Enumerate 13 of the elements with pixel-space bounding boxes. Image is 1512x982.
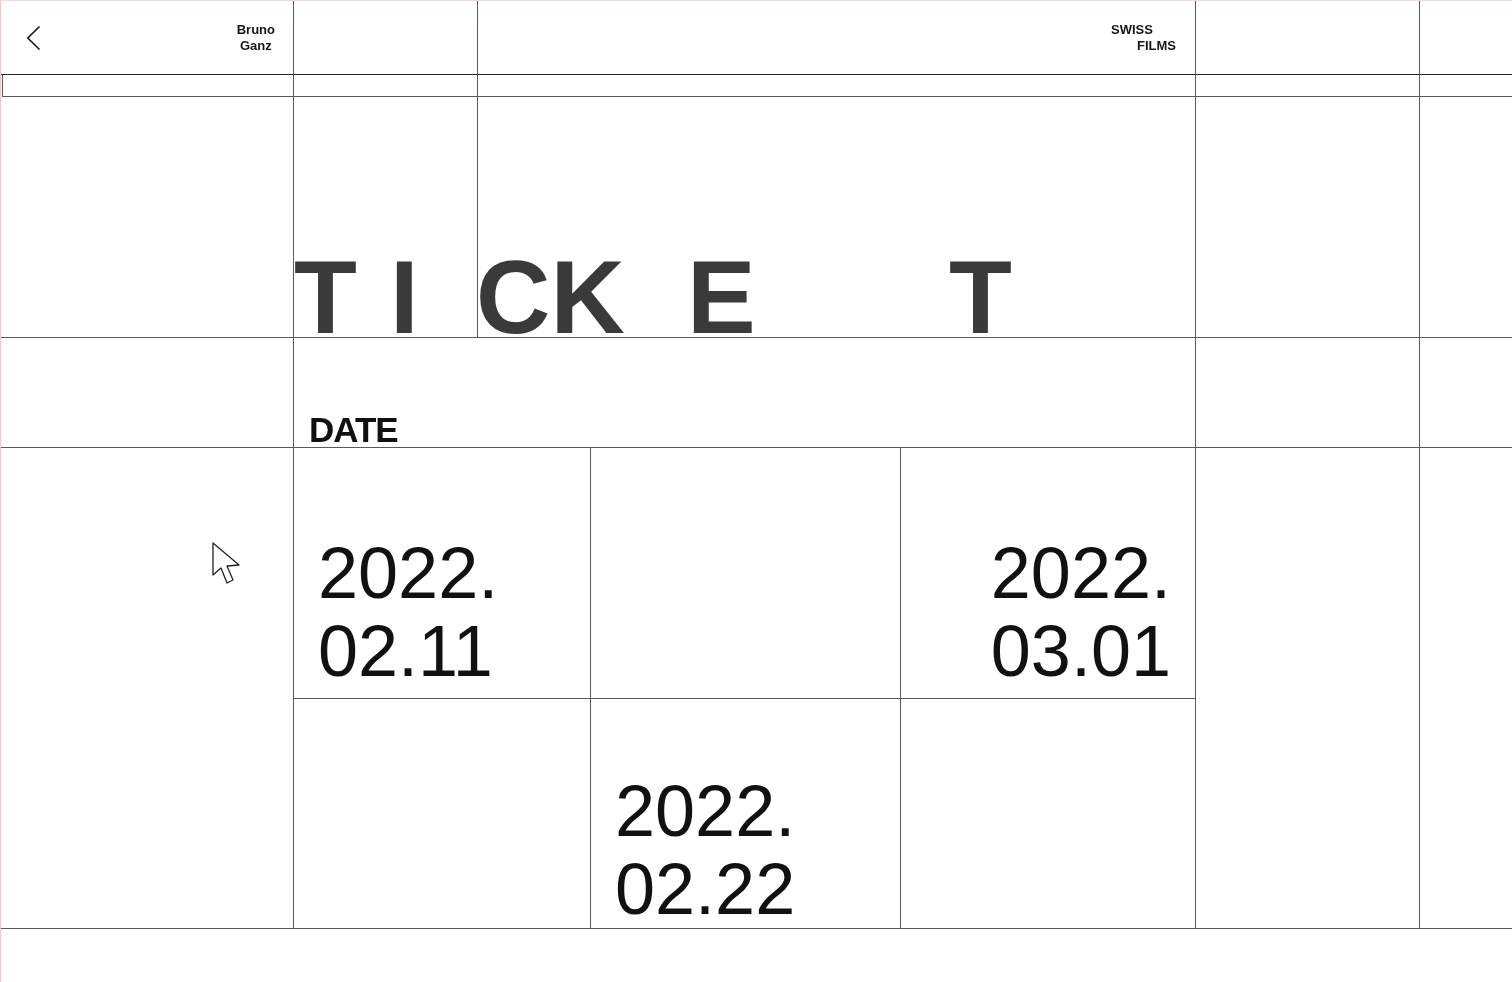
title-letter: T <box>949 258 1012 337</box>
date-option[interactable]: 2022. 03.01 <box>990 534 1171 690</box>
title-letter: CK <box>476 258 625 337</box>
date-label: DATE <box>309 412 398 447</box>
back-icon <box>26 24 41 51</box>
back-button[interactable] <box>26 24 41 51</box>
date-option[interactable]: 2022. 02.22 <box>615 772 796 928</box>
name-text: Bruno Ganz <box>236 21 275 54</box>
logo-text: SWISS FILMS <box>1111 21 1176 54</box>
date-option[interactable]: 2022. 02.11 <box>318 534 499 690</box>
title-letter: T <box>294 258 357 337</box>
title-letter: I <box>390 258 419 337</box>
title-letter: E <box>687 258 756 337</box>
